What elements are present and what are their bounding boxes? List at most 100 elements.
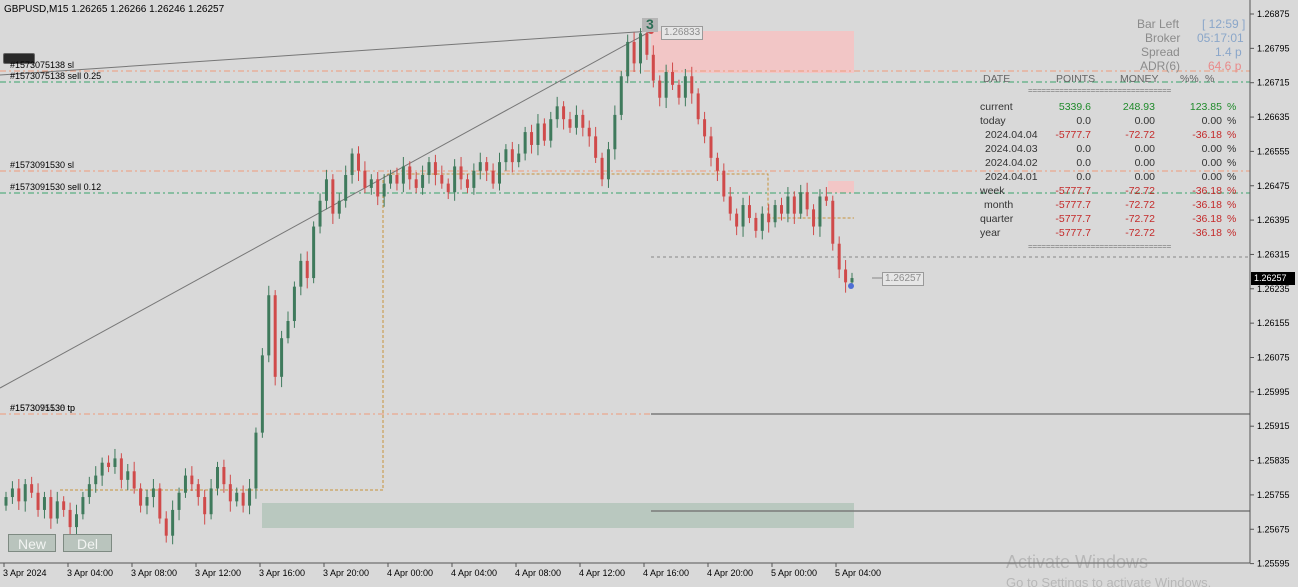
bar-left-label: Bar Left xyxy=(1137,17,1180,31)
candle-body xyxy=(722,170,726,197)
take-profit-zone xyxy=(262,503,854,528)
bar-left-value: [ 12:59 ] xyxy=(1202,17,1246,31)
price-tick-label: 1.25755 xyxy=(1257,490,1290,500)
candle-body xyxy=(286,321,290,339)
candle-body xyxy=(299,260,303,287)
mt4-chart-window[interactable]: 1.26875 1.26795 1.26715 1.26635 1.26555 1.264… xyxy=(0,0,1298,587)
candle-body xyxy=(555,106,559,120)
stats-row-points: 0.0 xyxy=(1076,115,1091,127)
candle-body xyxy=(376,179,380,197)
stats-row-points: 0.0 xyxy=(1076,143,1091,155)
candle-body xyxy=(619,76,623,115)
candle-body xyxy=(568,119,572,128)
trade-label-sell1[interactable]: #1573075138 sell 0.25 xyxy=(10,71,101,81)
candle-body xyxy=(17,488,21,502)
candle-body xyxy=(715,157,719,171)
stats-row-percent: -36.18 xyxy=(1192,185,1222,197)
candle-body xyxy=(760,213,764,231)
candle-body xyxy=(55,501,59,519)
candle-body xyxy=(280,338,284,377)
adr-label: ADR(6) xyxy=(1140,59,1181,73)
wave-label: 3 xyxy=(646,16,654,32)
stats-row-percent: 0.00 xyxy=(1201,171,1222,183)
candle-body xyxy=(818,196,822,227)
candle-body xyxy=(440,175,444,184)
price-tick-label: 1.25675 xyxy=(1257,524,1290,534)
candle-body xyxy=(530,132,534,145)
candle-body xyxy=(203,497,207,515)
new-button[interactable]: New xyxy=(8,534,56,552)
stats-row-points: -5777.7 xyxy=(1055,213,1091,225)
candle-body xyxy=(639,33,642,64)
time-tick-label: 4 Apr 04:00 xyxy=(451,568,497,578)
stats-row-money: -72.72 xyxy=(1125,227,1155,239)
price-tick-label: 1.26635 xyxy=(1257,112,1290,122)
candle-body xyxy=(10,488,14,498)
candle-body xyxy=(331,179,335,214)
price-tick-label: 1.26795 xyxy=(1257,43,1290,53)
candle-body xyxy=(324,179,328,201)
time-tick-label: 4 Apr 16:00 xyxy=(643,568,689,578)
stats-row-money: -72.72 xyxy=(1125,129,1155,141)
candle-body xyxy=(87,484,91,498)
time-tick-label: 3 Apr 12:00 xyxy=(195,568,241,578)
candle-body xyxy=(542,123,546,141)
trade-label-sl2[interactable]: #1573091530 sl xyxy=(10,160,74,170)
stats-row-unit: % xyxy=(1227,199,1237,211)
candle-body xyxy=(844,269,848,283)
stats-row-unit: % xyxy=(1227,101,1237,113)
candle-body xyxy=(49,497,53,519)
trade-label-tp-overlap[interactable]: #1573075138 tp xyxy=(10,403,75,413)
stats-row-unit: % xyxy=(1227,115,1237,127)
stats-header-pct: % xyxy=(1205,73,1215,85)
stats-separator-top: ================================ xyxy=(1028,86,1172,95)
stats-row-unit: % xyxy=(1227,129,1237,141)
time-tick-label: 3 Apr 16:00 xyxy=(259,568,305,578)
candle-body xyxy=(273,295,277,377)
trade-label-sell2[interactable]: #1573091530 sell 0.12 xyxy=(10,182,101,192)
stats-row-money: 0.00 xyxy=(1134,157,1155,169)
candle-body xyxy=(850,278,854,283)
candle-body xyxy=(222,466,226,485)
candle-body xyxy=(626,41,630,77)
stats-row-label: month xyxy=(984,199,1014,211)
candle-body xyxy=(747,205,751,218)
candle-body xyxy=(158,488,162,519)
candle-body xyxy=(312,226,316,279)
candle-body xyxy=(36,492,40,510)
del-button[interactable]: Del xyxy=(63,534,112,552)
candle-body xyxy=(164,518,168,536)
stats-row-points: 0.0 xyxy=(1076,157,1091,169)
stats-row-percent: -36.18 xyxy=(1192,213,1222,225)
candle-body xyxy=(485,162,489,171)
time-tick-label: 3 Apr 04:00 xyxy=(67,568,113,578)
candle-body xyxy=(350,153,354,176)
candle-body xyxy=(190,475,194,485)
stats-row-unit: % xyxy=(1227,185,1237,197)
price-tick-label: 1.26235 xyxy=(1257,284,1290,294)
candle-body xyxy=(183,475,187,493)
stats-row-percent: 0.00 xyxy=(1201,143,1222,155)
stats-row-percent: -36.18 xyxy=(1192,199,1222,211)
time-tick-label: 3 Apr 20:00 xyxy=(323,568,369,578)
candle-body xyxy=(754,217,758,231)
stats-row-label: quarter xyxy=(980,213,1014,225)
candle-body xyxy=(260,355,264,433)
candle-body xyxy=(357,153,360,171)
price-tick-label: 1.26875 xyxy=(1257,9,1290,19)
broker-value: 05:17:01 xyxy=(1197,31,1244,45)
candle-body xyxy=(401,166,405,184)
candle-body xyxy=(613,114,617,150)
stats-row-label: 2024.04.04 xyxy=(985,129,1038,141)
trade-label-sl1[interactable]: #1573075138 sl xyxy=(10,60,74,70)
candle-body xyxy=(658,80,662,98)
candle-body xyxy=(510,149,514,163)
candle-body xyxy=(196,484,200,498)
candle-body xyxy=(767,213,771,223)
candle-body xyxy=(536,123,540,145)
adr-value: 64.6 p xyxy=(1208,59,1242,73)
candle-body xyxy=(786,196,790,214)
candle-body xyxy=(651,54,655,81)
stats-row-label: 2024.04.02 xyxy=(985,157,1038,169)
candle-body xyxy=(421,175,425,188)
